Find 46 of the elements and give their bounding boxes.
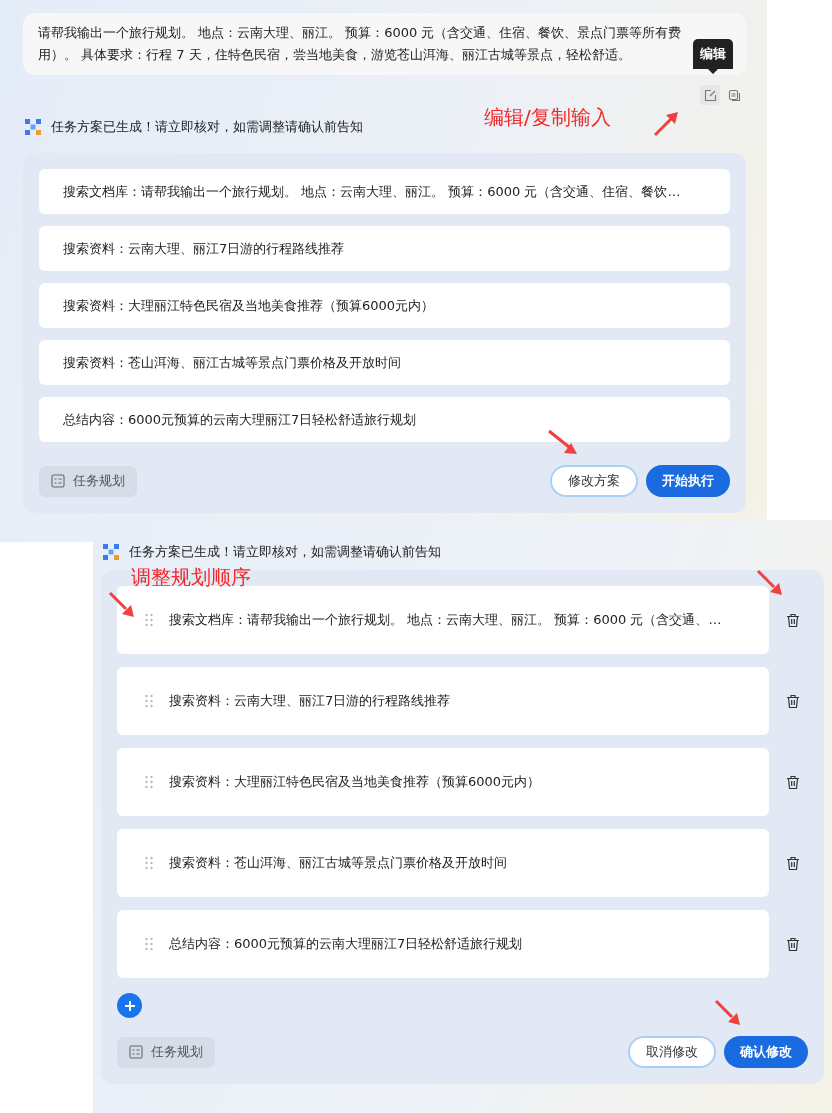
trash-icon[interactable] [786, 612, 800, 628]
plan-step[interactable]: 搜索资料：苍山洱海、丽江古城等景点门票价格及开放时间 [117, 829, 769, 897]
drag-handle-icon[interactable] [145, 856, 153, 870]
checklist-icon [129, 1045, 143, 1059]
trash-icon[interactable] [786, 855, 800, 871]
annotation-text: 编辑/复制输入 [484, 104, 611, 131]
step-text: 搜索资料：大理丽江特色民宿及当地美食推荐（预算6000元内） [169, 773, 541, 791]
annotation-arrow [755, 568, 785, 598]
action-button[interactable]: 确认修改 [724, 1036, 808, 1068]
checklist-icon [51, 474, 65, 488]
copy-icon [727, 88, 741, 102]
add-step-button[interactable] [117, 993, 142, 1018]
edit-button[interactable] [700, 85, 720, 105]
step-text: 总结内容：6000元预算的云南大理丽江7日轻松舒适旅行规划 [169, 935, 523, 953]
plan-step[interactable]: 搜索资料：云南大理、丽江7日游的行程路线推荐 [117, 667, 769, 735]
trash-icon[interactable] [786, 936, 800, 952]
edit-icon [703, 88, 717, 102]
plan-step: 搜索文档库：请帮我输出一个旅行规划。 地点：云南大理、丽江。 预算：6000 元（含交通、住宿、餐饮… [39, 169, 730, 214]
plan-step[interactable]: 搜索资料：大理丽江特色民宿及当地美食推荐（预算6000元内） [117, 748, 769, 816]
drag-handle-icon[interactable] [145, 613, 153, 627]
drag-handle-icon[interactable] [145, 694, 153, 708]
plan-step: 搜索资料：云南大理、丽江7日游的行程路线推荐 [39, 226, 730, 271]
trash-icon[interactable] [786, 774, 800, 790]
trash-icon[interactable] [786, 693, 800, 709]
step-text: 搜索文档库：请帮我输出一个旅行规划。 地点：云南大理、丽江。 预算：6000 元（含交通、… [169, 611, 722, 629]
action-button[interactable]: 开始执行 [646, 465, 730, 497]
action-button[interactable]: 取消修改 [628, 1036, 716, 1068]
plan-step: 搜索资料：苍山洱海、丽江古城等景点门票价格及开放时间 [39, 340, 730, 385]
notice-text: 任务方案已生成！请立即核对，如需调整请确认前告知 [129, 543, 441, 561]
step-text: 搜索资料：苍山洱海、丽江古城等景点门票价格及开放时间 [169, 854, 507, 872]
plan-step: 搜索资料：大理丽江特色民宿及当地美食推荐（预算6000元内） [39, 283, 730, 328]
plan-step[interactable]: 总结内容：6000元预算的云南大理丽江7日轻松舒适旅行规划 [117, 910, 769, 978]
task-plan-tag[interactable]: 任务规划 [117, 1036, 215, 1068]
action-button[interactable]: 修改方案 [550, 465, 638, 497]
logo-icon [103, 544, 119, 560]
annotation-arrow [713, 998, 743, 1028]
step-text: 搜索资料：云南大理、丽江7日游的行程路线推荐 [169, 692, 451, 710]
task-plan-tag[interactable]: 任务规划 [39, 465, 137, 497]
logo-icon [25, 119, 41, 135]
drag-handle-icon[interactable] [145, 937, 153, 951]
plan-step: 总结内容：6000元预算的云南大理丽江7日轻松舒适旅行规划 [39, 397, 730, 442]
annotation-arrow [107, 590, 137, 620]
notice-text: 任务方案已生成！请立即核对，如需调整请确认前告知 [51, 118, 363, 136]
plus-icon [123, 999, 136, 1012]
drag-handle-icon[interactable] [145, 775, 153, 789]
plan-step[interactable]: 搜索文档库：请帮我输出一个旅行规划。 地点：云南大理、丽江。 预算：6000 元（含交通、… [117, 586, 769, 654]
